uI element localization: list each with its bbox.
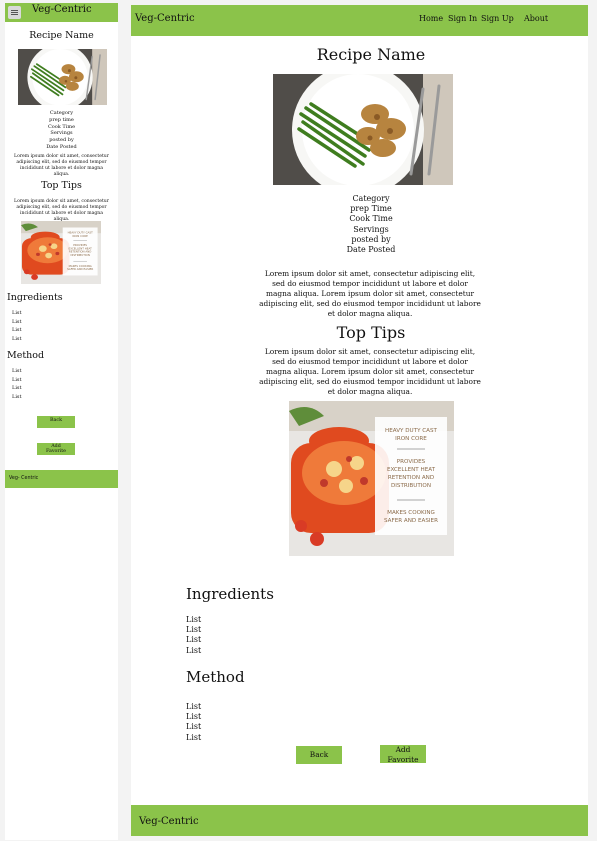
recipe-meta: Category prep Time Cook Time Servings po… [131,194,597,255]
list-item: List [186,635,202,645]
tips-heading: Top Tips [336,323,406,342]
list-item: List [12,318,22,325]
mobile-cook-time: Cook Time [47,123,76,130]
mobile-tips-heading: Top Tips [41,180,82,191]
mobile-method-list: List List List List [12,367,22,401]
mobile-logo[interactable]: Veg-Centric [32,4,92,15]
ingredients-list: List List List List [186,615,201,656]
method-list: List List List List [186,702,201,743]
mobile-category: Category [49,110,74,116]
mobile-back-button[interactable]: Back [37,416,75,428]
method-heading: Method [186,668,245,686]
recipe-servings: Servings [353,224,389,234]
back-button[interactable]: Back [296,746,342,764]
mobile-ingredients-heading: Ingredients [7,292,63,303]
mobile-ingredients-list: List List List List [12,309,22,343]
mobile-footer: Veg- Centric [5,470,118,488]
mobile-recipe-description: Lorem ipsum dolor sit amet, consectetur … [14,154,109,177]
mobile-date-posted: Date Posted [46,143,77,150]
list-item: List [12,327,22,333]
recipe-date-posted: Date Posted [346,245,396,255]
recipe-category: Category [352,194,390,203]
list-item: List [12,393,22,400]
add-favorite-button[interactable]: Add Favorite [380,745,426,764]
desktop-preview: Veg-Centric Home Sign In Sign Up About R… [131,5,588,836]
list-item: List [186,732,202,742]
mobile-footer-brand: Veg- Centric [9,476,39,481]
mobile-recipe-image [18,49,107,105]
desktop-header: Veg-Centric Home Sign In Sign Up About [131,5,588,36]
recipe-description: Lorem ipsum dolor sit amet, consectetur … [259,269,481,318]
list-item: List [12,335,22,342]
recipe-posted-by: posted by [351,234,391,244]
mobile-method-heading: Method [7,350,45,361]
recipe-title: Recipe Name [316,45,426,64]
recipe-prep-time: prep Time [350,204,392,214]
ingredients-heading: Ingredients [186,585,274,603]
mobile-preview: Veg-Centric Recipe Name Category prep ti… [5,3,118,840]
hamburger-menu-icon[interactable] [8,6,21,19]
tips-image [289,401,454,556]
mobile-posted-by: posted by [49,137,74,144]
nav-home[interactable]: Home [419,14,443,23]
mobile-add-favorite-button[interactable]: Add Favorite [37,443,75,455]
nav-sign-in[interactable]: Sign In [448,14,477,23]
mobile-header: Veg-Centric [5,3,118,22]
list-item: List [12,376,22,383]
site-footer: Veg-Centric [131,805,588,836]
list-item: List [186,645,202,655]
list-item: List [12,385,22,391]
nav-sign-up[interactable]: Sign Up [481,14,514,23]
list-item: List [186,615,202,624]
list-item: List [186,712,202,722]
list-item: List [12,368,22,374]
nav-about[interactable]: About [524,14,548,23]
mobile-add-favorite-label-line2: Favorite [45,449,67,454]
footer-brand: Veg-Centric [139,816,199,827]
recipe-cook-time: Cook Time [349,214,393,224]
list-item: List [186,722,202,732]
mobile-prep-time: prep time [49,116,74,123]
list-item: List [186,702,202,711]
mobile-recipe-meta: Category prep time Cook Time Servings po… [5,110,118,151]
recipe-image [273,74,453,185]
list-item: List [186,625,202,635]
mobile-tips-image [21,221,101,284]
mobile-tips-text: Lorem ipsum dolor sit amet, consectetur … [14,199,109,222]
site-logo[interactable]: Veg-Centric [135,13,195,24]
list-item: List [12,310,22,316]
mobile-recipe-title: Recipe Name [29,30,94,41]
mobile-servings: Servings [50,130,73,137]
tips-text: Lorem ipsum dolor sit amet, consectetur … [259,347,481,396]
